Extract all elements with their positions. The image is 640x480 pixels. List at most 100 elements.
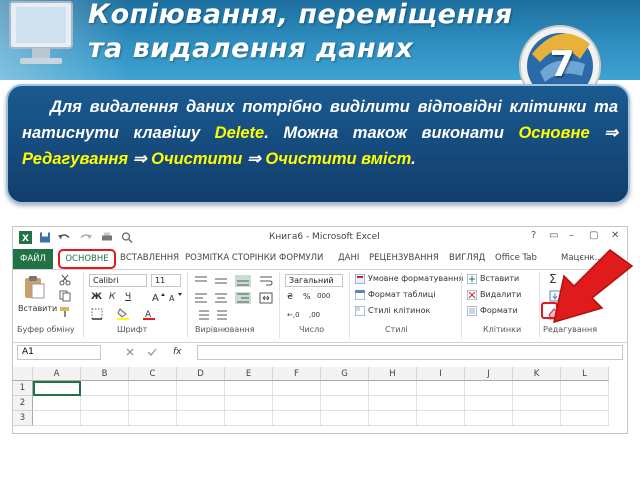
tab-data[interactable]: ДАНІ: [338, 253, 359, 263]
format-painter-icon[interactable]: [59, 306, 71, 318]
tab-page-layout[interactable]: РОЗМІТКА СТОРІНКИ: [185, 253, 276, 263]
tab-formulas[interactable]: ФОРМУЛИ: [279, 253, 323, 263]
column-header-i[interactable]: I: [417, 367, 465, 381]
vertical-align-icons[interactable]: [193, 274, 255, 288]
percent-button[interactable]: %: [303, 292, 311, 301]
font-name-combo[interactable]: Calibri: [89, 274, 147, 287]
paste-icon[interactable]: [21, 274, 47, 300]
cell-c3[interactable]: [129, 411, 177, 426]
select-all-corner[interactable]: [13, 367, 33, 381]
column-header-k[interactable]: K: [513, 367, 561, 381]
minimize-button[interactable]: –: [569, 230, 574, 241]
close-button[interactable]: ✕: [611, 230, 619, 241]
cell-l3[interactable]: [561, 411, 609, 426]
preview-icon[interactable]: [121, 231, 133, 244]
column-header-a[interactable]: A: [33, 367, 81, 381]
insert-function-button[interactable]: fx: [173, 347, 182, 357]
column-header-h[interactable]: H: [369, 367, 417, 381]
row-header-3[interactable]: 3: [13, 411, 33, 426]
format-as-table-button[interactable]: Формат таблиці: [368, 290, 435, 299]
tab-insert[interactable]: ВСТАВЛЕННЯ: [120, 253, 179, 263]
cut-icon[interactable]: [59, 274, 71, 286]
row-header-1[interactable]: 1: [13, 381, 33, 396]
cell-j3[interactable]: [465, 411, 513, 426]
merge-cells-icon[interactable]: [259, 291, 273, 305]
cell-a1[interactable]: [33, 381, 81, 396]
cell-k3[interactable]: [513, 411, 561, 426]
save-icon[interactable]: [39, 231, 51, 244]
cell-i1[interactable]: [417, 381, 465, 396]
cancel-entry-icon[interactable]: [125, 347, 135, 357]
cell-e1[interactable]: [225, 381, 273, 396]
undo-icon[interactable]: [57, 231, 71, 244]
column-header-d[interactable]: D: [177, 367, 225, 381]
font-size-increase-icon[interactable]: A: [151, 291, 165, 303]
horizontal-align-icons[interactable]: [193, 291, 255, 305]
bold-button[interactable]: Ж: [91, 292, 102, 302]
paste-label[interactable]: Вставити: [18, 304, 57, 313]
number-format-combo[interactable]: Загальний: [285, 274, 343, 287]
column-header-c[interactable]: C: [129, 367, 177, 381]
cell-c2[interactable]: [129, 396, 177, 411]
indent-icons[interactable]: [193, 308, 233, 322]
cell-k1[interactable]: [513, 381, 561, 396]
currency-button[interactable]: ₴: [287, 292, 293, 301]
tab-home[interactable]: ОСНОВНЕ: [58, 249, 116, 269]
cell-g1[interactable]: [321, 381, 369, 396]
formula-input[interactable]: [197, 345, 623, 360]
cell-h1[interactable]: [369, 381, 417, 396]
font-size-combo[interactable]: 11: [151, 274, 181, 287]
ribbon-display-button[interactable]: ▭: [549, 230, 558, 241]
cell-e3[interactable]: [225, 411, 273, 426]
decimal-buttons-icon[interactable]: ←,0 ,00: [287, 308, 329, 320]
maximize-button[interactable]: ▢: [589, 230, 598, 241]
cell-d3[interactable]: [177, 411, 225, 426]
cell-c1[interactable]: [129, 381, 177, 396]
tab-file[interactable]: ФАЙЛ: [13, 249, 53, 269]
cell-f1[interactable]: [273, 381, 321, 396]
cell-a3[interactable]: [33, 411, 81, 426]
font-size-decrease-icon[interactable]: A: [168, 291, 182, 303]
wrap-text-icon[interactable]: [259, 274, 273, 288]
column-header-g[interactable]: G: [321, 367, 369, 381]
cell-b3[interactable]: [81, 411, 129, 426]
column-header-l[interactable]: L: [561, 367, 609, 381]
font-color-icon[interactable]: A: [143, 308, 157, 320]
cell-g2[interactable]: [321, 396, 369, 411]
comma-style-button[interactable]: 000: [317, 292, 330, 300]
cell-j1[interactable]: [465, 381, 513, 396]
cell-j2[interactable]: [465, 396, 513, 411]
cell-l1[interactable]: [561, 381, 609, 396]
delete-cells-button[interactable]: Видалити: [480, 290, 521, 299]
cell-k2[interactable]: [513, 396, 561, 411]
cell-a2[interactable]: [33, 396, 81, 411]
cell-d1[interactable]: [177, 381, 225, 396]
format-cells-button[interactable]: Формати: [480, 306, 518, 315]
cell-styles-button[interactable]: Стилі клітинок: [368, 306, 430, 315]
underline-button[interactable]: Ч: [125, 292, 131, 302]
print-icon[interactable]: [101, 231, 113, 244]
help-button[interactable]: ?: [531, 230, 536, 241]
italic-button[interactable]: К: [109, 292, 115, 302]
redo-icon[interactable]: [79, 231, 93, 244]
cell-h2[interactable]: [369, 396, 417, 411]
insert-cells-button[interactable]: Вставити: [480, 274, 519, 283]
name-box[interactable]: A1: [17, 345, 101, 360]
column-header-f[interactable]: F: [273, 367, 321, 381]
cell-h3[interactable]: [369, 411, 417, 426]
cell-d2[interactable]: [177, 396, 225, 411]
confirm-entry-icon[interactable]: [147, 347, 157, 357]
cell-b1[interactable]: [81, 381, 129, 396]
column-header-b[interactable]: B: [81, 367, 129, 381]
cell-f3[interactable]: [273, 411, 321, 426]
cell-b2[interactable]: [81, 396, 129, 411]
borders-icon[interactable]: [91, 308, 105, 320]
fill-color-icon[interactable]: [117, 308, 131, 320]
tab-view[interactable]: ВИГЛЯД: [449, 253, 485, 263]
cell-i3[interactable]: [417, 411, 465, 426]
column-header-e[interactable]: E: [225, 367, 273, 381]
conditional-formatting-button[interactable]: Умовне форматування: [368, 274, 463, 283]
column-header-j[interactable]: J: [465, 367, 513, 381]
row-header-2[interactable]: 2: [13, 396, 33, 411]
copy-icon[interactable]: [59, 290, 71, 302]
